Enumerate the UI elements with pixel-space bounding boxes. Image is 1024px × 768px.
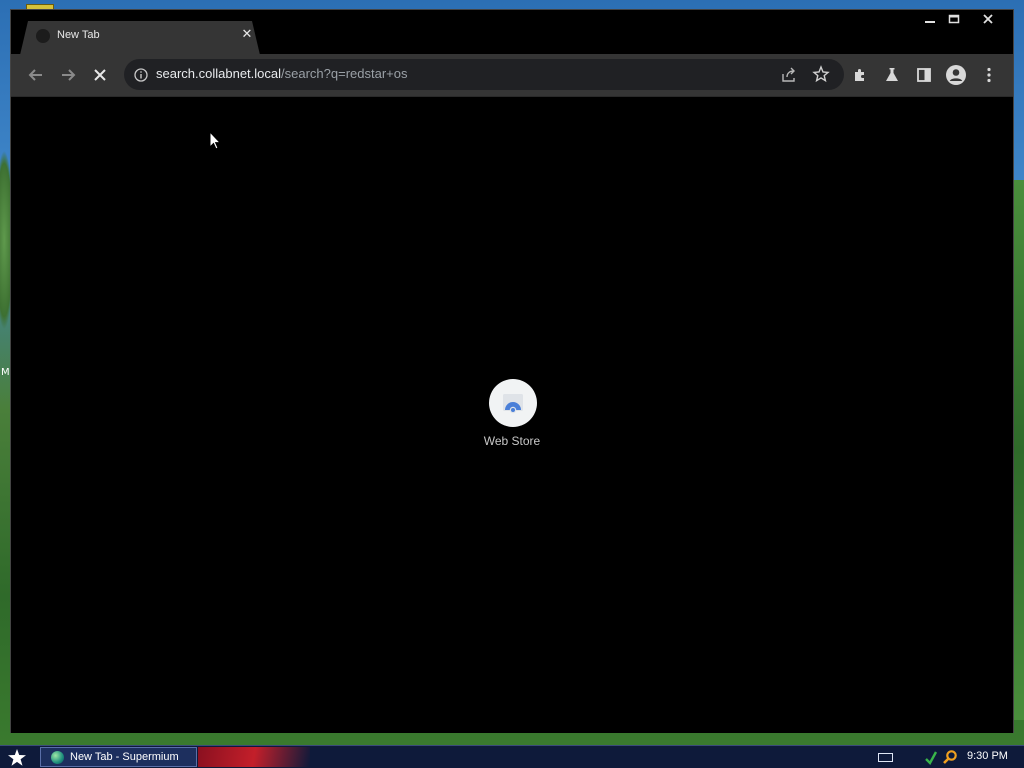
info-icon[interactable] <box>134 67 148 82</box>
network-icon[interactable] <box>924 749 938 765</box>
url-text[interactable]: search.collabnet.local/search?q=redstar+… <box>156 66 408 81</box>
new-tab-page: Web Store <box>11 97 1013 733</box>
taskbar-decoration <box>198 747 310 767</box>
forward-button[interactable] <box>56 63 80 87</box>
menu-icon <box>987 67 991 83</box>
desktop-edge-text: M <box>1 367 10 378</box>
share-icon[interactable] <box>780 66 798 84</box>
back-button[interactable] <box>24 63 48 87</box>
extensions-icon <box>855 69 864 81</box>
taskbar-item-label: New Tab - Supermium <box>70 751 179 763</box>
menu-button[interactable] <box>977 63 1001 87</box>
forward-icon <box>62 69 76 81</box>
close-button[interactable] <box>974 12 1002 30</box>
mouse-cursor-icon <box>209 131 221 150</box>
profile-icon <box>946 65 966 85</box>
labs-button[interactable] <box>880 63 904 87</box>
side-panel-button[interactable] <box>912 63 936 87</box>
taskbar-item-browser[interactable]: New Tab - Supermium <box>40 747 197 767</box>
tab-new-tab[interactable] <box>20 21 260 55</box>
search-icon[interactable] <box>942 749 958 765</box>
stop-button[interactable] <box>88 63 112 87</box>
profile-button[interactable] <box>944 63 968 87</box>
address-bar[interactable]: search.collabnet.local/search?q=redstar+… <box>124 59 844 90</box>
supermium-icon <box>51 751 64 764</box>
web-store-tile[interactable] <box>489 379 537 427</box>
star-icon[interactable] <box>812 65 830 83</box>
tab-title: New Tab <box>57 29 100 41</box>
extensions-button[interactable] <box>848 63 872 87</box>
tab-favicon-icon <box>36 29 50 43</box>
close-icon <box>983 14 993 24</box>
maximize-icon <box>948 14 960 24</box>
start-button[interactable] <box>6 748 28 767</box>
minimize-icon <box>925 21 935 23</box>
browser-window: New Tab ✕ search.collabnet.local/search?… <box>10 9 1014 733</box>
url-path: /search?q=redstar+os <box>281 66 408 81</box>
taskbar-clock[interactable]: 9:30 PM <box>967 750 1008 762</box>
side-panel-icon <box>917 68 931 82</box>
maximize-button[interactable] <box>940 12 968 30</box>
url-host: search.collabnet.local <box>156 66 282 81</box>
tab-strip: New Tab ✕ <box>11 10 1013 55</box>
labs-icon <box>886 68 898 81</box>
browser-toolbar: search.collabnet.local/search?q=redstar+… <box>11 54 1013 97</box>
star-start-icon <box>8 749 26 766</box>
back-icon <box>28 69 42 81</box>
web-store-icon <box>503 394 523 414</box>
tab-close-icon[interactable]: ✕ <box>239 27 255 43</box>
taskbar: New Tab - Supermium 9:30 PM <box>0 745 1024 768</box>
shortcut-label: Web Store <box>483 434 541 448</box>
stop-icon <box>94 69 106 81</box>
keyboard-icon[interactable] <box>878 753 893 762</box>
